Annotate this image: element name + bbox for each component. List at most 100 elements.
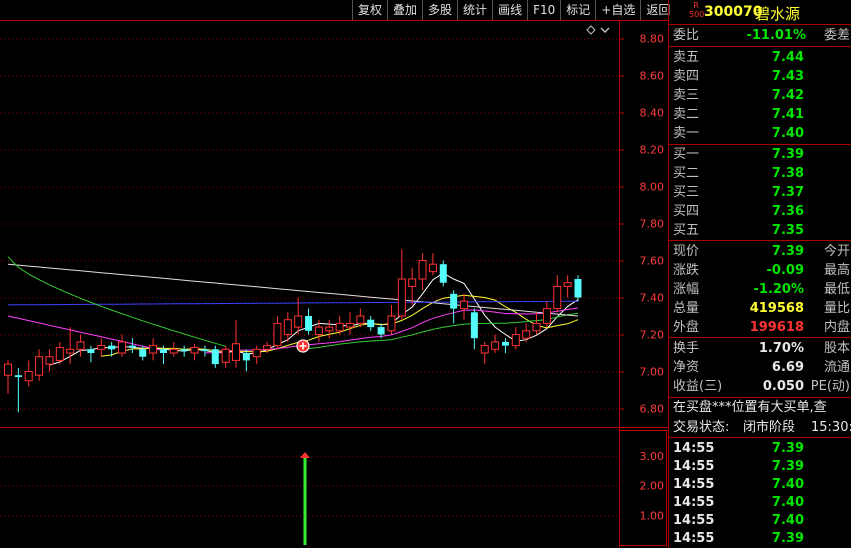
price-tick-label: 8.80 — [640, 33, 665, 46]
candle-body — [66, 348, 75, 354]
candle — [367, 316, 375, 331]
candle-body — [501, 341, 509, 346]
candle-body — [139, 349, 147, 357]
price-tick-label: 8.40 — [640, 107, 665, 120]
candle — [511, 327, 520, 350]
bid-row: 买四 7.36 — [673, 204, 804, 219]
candle — [501, 338, 509, 353]
stats-row: 换手 1.70% 股本 — [673, 341, 850, 356]
candle-body — [367, 319, 375, 328]
candle-body — [221, 348, 230, 363]
chart-toolbar: 复权 叠加 多股 统计 画线 F10 标记 +自选 返回 — [352, 0, 676, 20]
candle-body — [460, 300, 468, 310]
candle — [128, 338, 136, 353]
tick-row: 14:55 7.39 — [673, 459, 804, 474]
candle-body — [14, 375, 22, 378]
candle — [532, 312, 541, 335]
candle-body — [118, 341, 126, 354]
ask-row: 卖二 7.41 — [673, 107, 804, 122]
stock-header: R 500 300070 碧水源 — [669, 0, 851, 24]
volume-tick-label: 1.00 — [640, 509, 665, 522]
candle — [169, 341, 178, 357]
multi-stock-button[interactable]: 多股 — [422, 0, 457, 20]
candle-body — [377, 327, 385, 335]
stats-row: 收益(三) 0.050 PE(动) — [673, 379, 850, 394]
candle — [314, 319, 323, 342]
candle-body — [24, 371, 33, 382]
ma5-line — [49, 272, 579, 366]
draw-line-button[interactable]: 画线 — [492, 0, 527, 20]
candle-body — [305, 316, 313, 331]
candle-body — [470, 312, 478, 339]
candle — [305, 308, 313, 335]
candle — [325, 319, 334, 339]
candle — [190, 343, 199, 361]
weibi-row: 委比 -11.01% 委差 — [673, 28, 850, 43]
mark-button[interactable]: 标记 — [560, 0, 595, 20]
candle-body — [346, 322, 354, 328]
volume-tick-label: 2.00 — [640, 480, 665, 493]
kline-chart[interactable]: 8.80 8.60 8.40 8.20 8.00 7.80 7.60 7.40 7.20 7.00… — [0, 0, 668, 548]
ma-long-green-line — [7, 256, 226, 347]
ma60-line — [7, 263, 579, 317]
candle — [211, 345, 219, 368]
price-tick-label: 6.80 — [640, 403, 665, 416]
candle — [76, 334, 85, 357]
add-watchlist-button[interactable]: +自选 — [595, 0, 640, 20]
restore-rights-button[interactable]: 复权 — [352, 0, 387, 20]
candle-body — [335, 322, 344, 332]
bid-row: 买三 7.37 — [673, 185, 804, 200]
candle — [450, 290, 458, 324]
overlay-button[interactable]: 叠加 — [387, 0, 422, 20]
tick-row: 14:55 7.40 — [673, 477, 804, 492]
candle — [45, 349, 54, 372]
candle-body — [480, 345, 489, 354]
ma-long-magenta-line — [7, 315, 164, 352]
candle-body — [439, 264, 447, 283]
candle — [491, 334, 500, 353]
candle — [428, 253, 437, 276]
candle-body — [201, 349, 209, 352]
candle-body — [45, 356, 54, 365]
candle — [480, 341, 489, 365]
candle — [397, 249, 406, 320]
candle-body — [273, 322, 282, 347]
candle-body — [169, 348, 178, 354]
candle-body — [294, 315, 303, 328]
candle-body — [232, 343, 240, 361]
candle — [221, 345, 230, 368]
kline-chart-area[interactable]: 8.80 8.60 8.40 8.20 8.00 7.80 7.60 7.40 7.20 7.00… — [0, 0, 676, 548]
price-tick-label: 7.60 — [640, 255, 665, 268]
candle-body — [4, 363, 12, 376]
weibi-value: -11.01% — [746, 28, 806, 43]
candle-body — [356, 315, 365, 324]
quote-row: 总量 419568 量比 — [673, 301, 850, 316]
tick-row: 14:55 7.39 — [673, 531, 804, 546]
candle — [66, 327, 75, 365]
diamond-icon[interactable] — [586, 25, 596, 35]
candle-body — [76, 341, 85, 350]
volume-arrow-icon — [300, 452, 310, 458]
candle-body — [397, 278, 406, 317]
candle — [55, 341, 64, 365]
candle — [118, 334, 126, 357]
candle-body — [252, 348, 261, 358]
candle-body — [491, 341, 500, 350]
candle-body — [55, 346, 64, 361]
candle-body — [325, 326, 334, 332]
chevron-down-icon[interactable] — [600, 27, 610, 33]
candle-body — [408, 278, 417, 287]
candle — [4, 360, 12, 394]
candle-body — [35, 356, 44, 376]
f10-button[interactable]: F10 — [527, 0, 560, 20]
price-tick-label: 7.20 — [640, 329, 665, 342]
candle-body — [97, 345, 106, 350]
candle-body — [180, 349, 188, 352]
candle-body — [263, 345, 272, 350]
volume-tick-label: 3.00 — [640, 450, 665, 463]
market-badge: R 500 — [689, 1, 705, 19]
price-tick-label: 7.80 — [640, 218, 665, 231]
candle-body — [128, 345, 136, 348]
stock-name: 碧水源 — [755, 5, 801, 23]
statistics-button[interactable]: 统计 — [457, 0, 492, 20]
